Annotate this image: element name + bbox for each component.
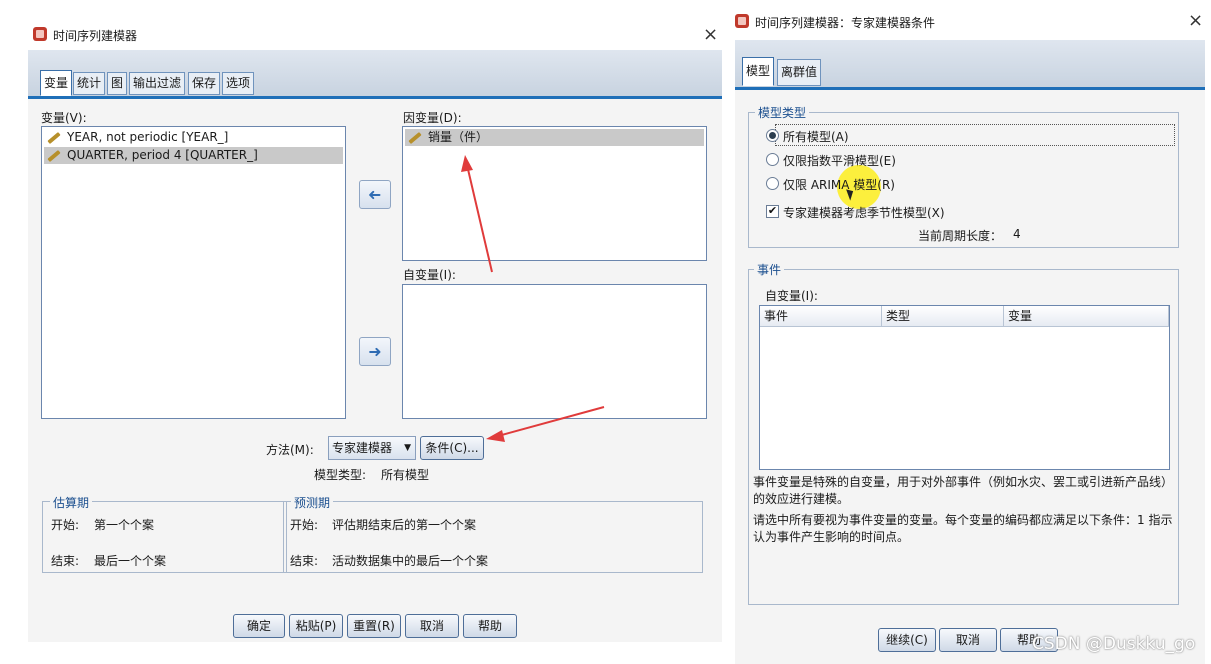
period-length-value: 4 (1013, 227, 1021, 241)
dialog-body: 模型 离群值 模型类型 所有模型(A) 仅限指数平滑模型(E) 仅限 ARIMA… (735, 40, 1205, 664)
forecast-end-value: 活动数据集中的最后一个个案 (332, 554, 489, 568)
period-length-label: 当前周期长度： (918, 229, 1003, 243)
help-button[interactable]: 帮助 (463, 614, 517, 638)
cancel-button[interactable]: 取消 (939, 628, 997, 652)
forecast-start-value: 评估期结束后的第一个个案 (332, 518, 477, 532)
forecast-period-title: 预测期 (291, 494, 334, 511)
tab-options[interactable]: 选项 (222, 72, 255, 95)
chevron-down-icon: ▼ (404, 443, 411, 453)
method-dropdown[interactable]: 专家建模器 ▼ (328, 436, 416, 460)
column-header-event[interactable]: 事件 (760, 306, 882, 327)
move-dependent-button[interactable]: ➜ (359, 180, 391, 209)
events-group: 事件 自变量(I): 事件 类型 变量 事件变量是特殊的自变量，用于对外部事件（… (748, 261, 1179, 605)
tab-model[interactable]: 模型 (742, 57, 775, 86)
independent-label: 自变量(I): (403, 268, 456, 282)
tab-outliers[interactable]: 离群值 (777, 59, 822, 86)
radio-arima[interactable] (766, 177, 779, 190)
estimation-period-title: 估算期 (50, 494, 93, 511)
watermark: CSDN @Duskku_go (1032, 634, 1196, 654)
model-type-group-title: 模型类型 (755, 104, 810, 121)
column-header-type[interactable]: 类型 (882, 306, 1004, 327)
tab-plots[interactable]: 图 (107, 72, 128, 95)
cancel-button[interactable]: 取消 (405, 614, 459, 638)
model-type-value: 所有模型 (381, 468, 430, 482)
ok-button[interactable]: 确定 (233, 614, 285, 638)
method-label: 方法(M): (266, 443, 314, 457)
reset-button[interactable]: 重置(R) (347, 614, 401, 638)
close-icon[interactable]: × (703, 26, 718, 44)
variables-label: 变量(V): (41, 111, 87, 125)
expert-criteria-dialog: 时间序列建模器：专家建模器条件 × 模型 离群值 模型类型 所有模型(A) 仅限… (727, 0, 1211, 664)
model-type-group: 模型类型 所有模型(A) 仅限指数平滑模型(E) 仅限 ARIMA 模型(R) … (748, 104, 1179, 248)
list-item-year[interactable]: YEAR, not periodic [YEAR_] (44, 129, 343, 146)
forecast-period-group: 预测期 开始: 评估期结束后的第一个个案 结束: 活动数据集中的最后一个个案 (283, 494, 703, 573)
forecast-start-label: 开始: (290, 518, 319, 532)
estimation-start-value: 第一个个案 (94, 518, 155, 532)
paste-button[interactable]: 粘贴(P) (289, 614, 343, 638)
list-item-sales[interactable]: 销量（件） (405, 129, 704, 146)
radio-all-models[interactable] (766, 129, 779, 142)
tab-strip: 变量 统计 图 输出过滤 保存 选项 (28, 50, 722, 99)
events-independent-label: 自变量(I): (765, 289, 818, 303)
spss-app-icon (735, 14, 749, 28)
radio-exponential-smoothing[interactable] (766, 153, 779, 166)
forecast-end-label: 结束: (290, 554, 319, 568)
radio-exponential-smoothing-label[interactable]: 仅限指数平滑模型(E) (783, 152, 896, 169)
events-description-2: 请选中所有要视为事件变量的变量。每个变量的编码都应满足以下条件：1 指示认为事件… (753, 513, 1173, 544)
dependent-listbox[interactable]: 销量（件） (402, 126, 707, 261)
events-table[interactable]: 事件 类型 变量 (759, 305, 1170, 470)
tab-output-filter[interactable]: 输出过滤 (129, 72, 186, 95)
tab-variables[interactable]: 变量 (40, 70, 73, 96)
seasonal-checkbox-label[interactable]: 专家建模器考虑季节性模型(X) (783, 204, 945, 221)
estimation-start-label: 开始: (51, 518, 80, 532)
seasonal-checkbox[interactable]: ✔ (766, 205, 779, 218)
close-icon[interactable]: × (1188, 12, 1203, 30)
tab-statistics[interactable]: 统计 (73, 72, 106, 95)
arrow-right-icon: ➜ (368, 342, 382, 361)
title-bar: 时间序列建模器 × (0, 0, 725, 44)
radio-all-models-label[interactable]: 所有模型(A) (783, 128, 849, 145)
continue-button[interactable]: 继续(C) (878, 628, 936, 652)
list-item-quarter[interactable]: QUARTER, period 4 [QUARTER_] (44, 147, 343, 164)
events-group-title: 事件 (754, 261, 785, 278)
window-title: 时间序列建模器 (53, 29, 138, 43)
events-description-1: 事件变量是特殊的自变量，用于对外部事件（例如水灾、罢工或引进新产品线）的效应进行… (753, 475, 1174, 506)
title-bar: 时间序列建模器：专家建模器条件 × (727, 0, 1211, 40)
time-series-modeler-dialog: 时间序列建模器 × 变量 统计 图 输出过滤 保存 选项 变量(V): YEAR… (0, 0, 725, 664)
scale-variable-icon (47, 131, 61, 144)
scale-variable-icon (47, 149, 61, 162)
estimation-end-label: 结束: (51, 554, 80, 568)
variables-listbox[interactable]: YEAR, not periodic [YEAR_] QUARTER, peri… (41, 126, 346, 419)
model-type-label: 模型类型: (314, 468, 367, 482)
spss-app-icon (33, 27, 47, 41)
radio-arima-label[interactable]: 仅限 ARIMA 模型(R) (783, 176, 895, 193)
tab-strip: 模型 离群值 (735, 40, 1205, 90)
criteria-button[interactable]: 条件(C)... (420, 436, 484, 460)
estimation-period-group: 估算期 开始: 第一个个案 结束: 最后一个个案 (42, 494, 287, 573)
scale-variable-icon (408, 131, 422, 144)
dialog-body: 变量 统计 图 输出过滤 保存 选项 变量(V): YEAR, not peri… (28, 50, 722, 642)
dependent-label: 因变量(D): (403, 111, 462, 125)
column-header-variable[interactable]: 变量 (1004, 306, 1169, 327)
independent-listbox[interactable] (402, 284, 707, 419)
tab-save[interactable]: 保存 (188, 72, 221, 95)
window-title: 时间序列建模器：专家建模器条件 (755, 16, 936, 30)
estimation-end-value: 最后一个个案 (94, 554, 167, 568)
arrow-left-icon: ➜ (368, 185, 382, 204)
move-independent-button[interactable]: ➜ (359, 337, 391, 366)
